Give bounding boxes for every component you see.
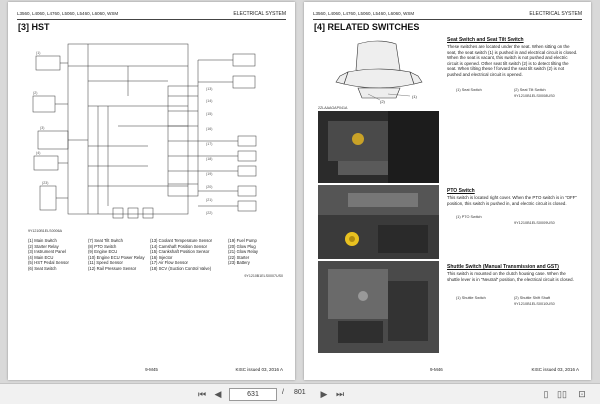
section-title: [3] HST xyxy=(18,22,50,32)
seat-illustration: (1) (2) xyxy=(318,36,439,104)
header-divider xyxy=(313,19,582,20)
shuttle-switch-text: This switch is mounted on the clutch hou… xyxy=(447,271,574,282)
legend-item: (3) Instrument Panel xyxy=(28,249,66,254)
header-section: ELECTRICAL SYSTEM xyxy=(233,11,286,17)
shuttle-switch-title: Shuttle Switch (Manual Transmission and … xyxy=(447,264,559,270)
svg-text:(18): (18) xyxy=(206,157,212,161)
svg-text:(19): (19) xyxy=(206,172,212,176)
svg-text:(4): (4) xyxy=(36,151,40,155)
shuttle-caption-1: (1) Shuttle Switch xyxy=(456,296,486,300)
shuttle-switch-photo xyxy=(318,261,439,353)
svg-text:(13): (13) xyxy=(206,87,212,91)
single-page-view-icon[interactable]: ▯ xyxy=(540,388,552,400)
legend-column-2: (7) Seat Tilt Switch (8) PTO Switch (9) … xyxy=(88,238,145,271)
svg-text:(1): (1) xyxy=(36,51,40,55)
pto-switch-text: This switch is located right cover. When… xyxy=(447,195,577,206)
legend-item: (21) Glow Relay xyxy=(228,249,259,254)
header-section: ELECTRICAL SYSTEM xyxy=(529,11,582,17)
total-pages: 801 xyxy=(294,389,306,396)
hst-wiring-diagram: (1) (2) (3) (4) (23) (13) (14) (15) (16)… xyxy=(32,43,257,219)
seat-switch-title: Seat Switch and Seat Tilt Switch xyxy=(447,37,524,43)
svg-text:(17): (17) xyxy=(206,142,212,146)
legend-item: (19) Fuel Pump xyxy=(228,238,257,243)
header-divider xyxy=(17,19,286,20)
next-page-icon[interactable]: ▶ xyxy=(318,388,330,400)
pto-switch-photo xyxy=(318,185,439,259)
seat-switch-photo xyxy=(318,111,439,183)
page-separator: / xyxy=(282,389,284,396)
viewer-toolbar: ⏮ ◀ 631 / 801 ▶ ⏭ ▯ ▯▯ ⊡ xyxy=(0,383,600,404)
svg-text:(15): (15) xyxy=(206,112,212,116)
shuttle-caption-2: (2) Shuttle Shift Shaft xyxy=(514,296,551,300)
seat-switch-text: These switches are located under the sea… xyxy=(447,44,578,77)
legend-item: (5) HST Pedal Sensor xyxy=(28,260,69,265)
legend-column-3: (13) Coolant Temperature Sensor (14) Cam… xyxy=(150,238,212,271)
pto-switch-title: PTO Switch xyxy=(447,188,475,194)
svg-text:(22): (22) xyxy=(206,211,212,215)
shuttle-ref: 9Y1210B1ELS0010US0 xyxy=(514,302,555,306)
fit-page-icon[interactable]: ⊡ xyxy=(576,388,588,400)
seat-caption-2: (2) Seat Tilt Switch xyxy=(514,88,546,92)
svg-text:(20): (20) xyxy=(206,185,212,189)
legend-item: (23) Battery xyxy=(228,260,250,265)
legend-item: (13) Coolant Temperature Sensor xyxy=(150,238,213,243)
seat-image-code: 2ZLAAAGAP041A xyxy=(318,106,348,110)
diagram-ref: 9Y1210B1ELS0007US0 xyxy=(244,274,283,278)
header-models: L3560, L4060, L4760, L5060, L5460, L6060… xyxy=(313,11,415,16)
svg-text:(3): (3) xyxy=(40,126,44,130)
footer-issue: KISC issued 03, 2016 A xyxy=(531,367,579,372)
seat-caption-1: (1) Seat Switch xyxy=(456,88,482,92)
svg-text:(2): (2) xyxy=(380,99,386,104)
footer-issue: KISC issued 03, 2016 A xyxy=(235,367,283,372)
legend-item: (18) SCV (Suction Control Valve) xyxy=(150,265,212,271)
pto-caption-1: (1) PTO Switch xyxy=(456,215,482,219)
legend-column-4: (19) Fuel Pump (20) Glow Plug (21) Glow … xyxy=(228,238,258,266)
left-page: L3560, L4060, L4760, L5060, L5460, L6060… xyxy=(8,2,295,380)
diagram-code: 9Y1210B1ELS0006A xyxy=(28,229,62,233)
legend-item: (12) Rail Pressure Sensor xyxy=(88,265,137,271)
legend-item: (6) Seat Switch xyxy=(28,265,57,271)
seat-ref: 9Y1210B1ELS0008US0 xyxy=(514,94,555,98)
svg-text:(2): (2) xyxy=(33,91,37,95)
svg-text:(23): (23) xyxy=(42,181,48,185)
legend-item: (15) Crankshaft Position Sensor xyxy=(150,249,210,254)
svg-text:(1): (1) xyxy=(412,94,418,99)
svg-text:(21): (21) xyxy=(206,198,212,202)
right-page: L3560, L4060, L4760, L5060, L5460, L6060… xyxy=(304,2,591,380)
svg-text:(16): (16) xyxy=(206,127,212,131)
first-page-icon[interactable]: ⏮ xyxy=(196,388,208,400)
section-title: [4] RELATED SWITCHES xyxy=(314,22,420,32)
previous-page-icon[interactable]: ◀ xyxy=(212,388,224,400)
header-models: L3560, L4060, L4760, L5060, L5460, L6060… xyxy=(17,11,119,16)
two-page-view-icon[interactable]: ▯▯ xyxy=(556,388,568,400)
legend-column-1: (1) Main Switch (2) Starter Relay (3) In… xyxy=(28,238,69,271)
svg-text:(14): (14) xyxy=(206,99,212,103)
page-number-input[interactable]: 631 xyxy=(229,388,277,401)
last-page-icon[interactable]: ⏭ xyxy=(334,388,346,400)
page-number: 9-M46 xyxy=(430,367,443,372)
pto-ref: 9Y1210B1ELS0009US0 xyxy=(514,221,555,225)
